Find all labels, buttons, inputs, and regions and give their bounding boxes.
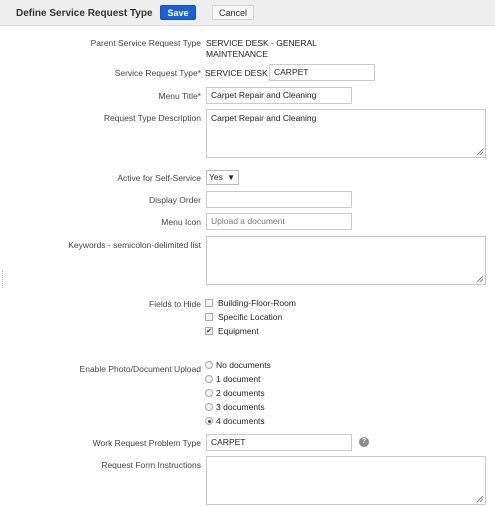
checkbox-building-floor-room[interactable] bbox=[205, 299, 213, 307]
radio-label-no-documents: No documents bbox=[216, 360, 271, 370]
request-type-label: Service Request Type* bbox=[114, 68, 201, 78]
radio-4-documents[interactable] bbox=[205, 417, 213, 425]
radio-label-1-document: 1 document bbox=[216, 374, 261, 384]
radio-3-documents[interactable] bbox=[205, 403, 213, 411]
display-order-label: Display Order bbox=[149, 195, 201, 205]
description-textarea[interactable]: Carpet Repair and Cleaning bbox=[206, 109, 486, 158]
menu-title-input[interactable]: Carpet Repair and Cleaning bbox=[206, 87, 352, 104]
menu-title-label: Menu Title* bbox=[158, 91, 201, 101]
menu-icon-label: Menu Icon bbox=[161, 217, 201, 227]
page-title: Define Service Request Type bbox=[16, 8, 153, 19]
checkbox-label-equipment: Equipment bbox=[218, 326, 259, 336]
radio-label-2-documents: 2 documents bbox=[216, 388, 265, 398]
self-service-value: Yes bbox=[209, 172, 223, 182]
resize-grip-icon[interactable] bbox=[477, 149, 483, 155]
instructions-label: Request Form Instructions bbox=[101, 460, 201, 470]
self-service-select[interactable]: Yes ▼ bbox=[206, 170, 239, 185]
checkbox-equipment[interactable]: ✔ bbox=[205, 327, 213, 335]
radio-label-3-documents: 3 documents bbox=[216, 402, 265, 412]
fields-to-hide-label: Fields to Hide bbox=[149, 299, 201, 309]
save-button[interactable]: Save bbox=[160, 5, 196, 20]
triangle-down-icon: ▼ bbox=[227, 173, 235, 182]
menu-icon-upload-input[interactable]: Upload a document bbox=[206, 213, 352, 230]
radio-label-4-documents: 4 documents bbox=[216, 416, 265, 426]
upload-label: Enable Photo/Document Upload bbox=[79, 364, 201, 374]
question-circle-icon[interactable]: ? bbox=[359, 437, 369, 447]
cancel-button[interactable]: Cancel bbox=[212, 5, 254, 20]
request-type-input[interactable]: CARPET bbox=[269, 64, 375, 81]
self-service-label: Active for Self-Service bbox=[117, 173, 201, 183]
instructions-textarea[interactable] bbox=[206, 456, 486, 505]
description-text: Carpet Repair and Cleaning bbox=[211, 113, 317, 123]
display-order-input[interactable] bbox=[206, 191, 352, 208]
keywords-label: Keywords - semicolon-delimited list bbox=[68, 240, 201, 250]
title-bar: Define Service Request Type Save Cancel bbox=[0, 0, 495, 26]
radio-1-document[interactable] bbox=[205, 375, 213, 383]
resize-edge bbox=[2, 270, 4, 288]
problem-type-label: Work Request Problem Type bbox=[92, 438, 201, 448]
checkbox-specific-location[interactable] bbox=[205, 313, 213, 321]
description-label: Request Type Description bbox=[103, 113, 201, 123]
radio-2-documents[interactable] bbox=[205, 389, 213, 397]
parent-type-value-line2: MAINTENANCE bbox=[206, 49, 268, 59]
resize-grip-icon[interactable] bbox=[477, 276, 483, 282]
request-type-prefix: SERVICE DESK - bbox=[205, 68, 273, 78]
checkbox-label-building-floor-room: Building-Floor-Room bbox=[218, 298, 296, 308]
checkbox-label-specific-location: Specific Location bbox=[218, 312, 283, 322]
radio-no-documents[interactable] bbox=[205, 361, 213, 369]
problem-type-input[interactable]: CARPET bbox=[206, 434, 352, 451]
resize-grip-icon[interactable] bbox=[477, 496, 483, 502]
parent-type-label: Parent Service Request Type bbox=[90, 38, 201, 48]
check-icon: ✔ bbox=[206, 328, 212, 335]
parent-type-value-line1: SERVICE DESK - GENERAL bbox=[206, 38, 317, 48]
keywords-textarea[interactable] bbox=[206, 236, 486, 285]
